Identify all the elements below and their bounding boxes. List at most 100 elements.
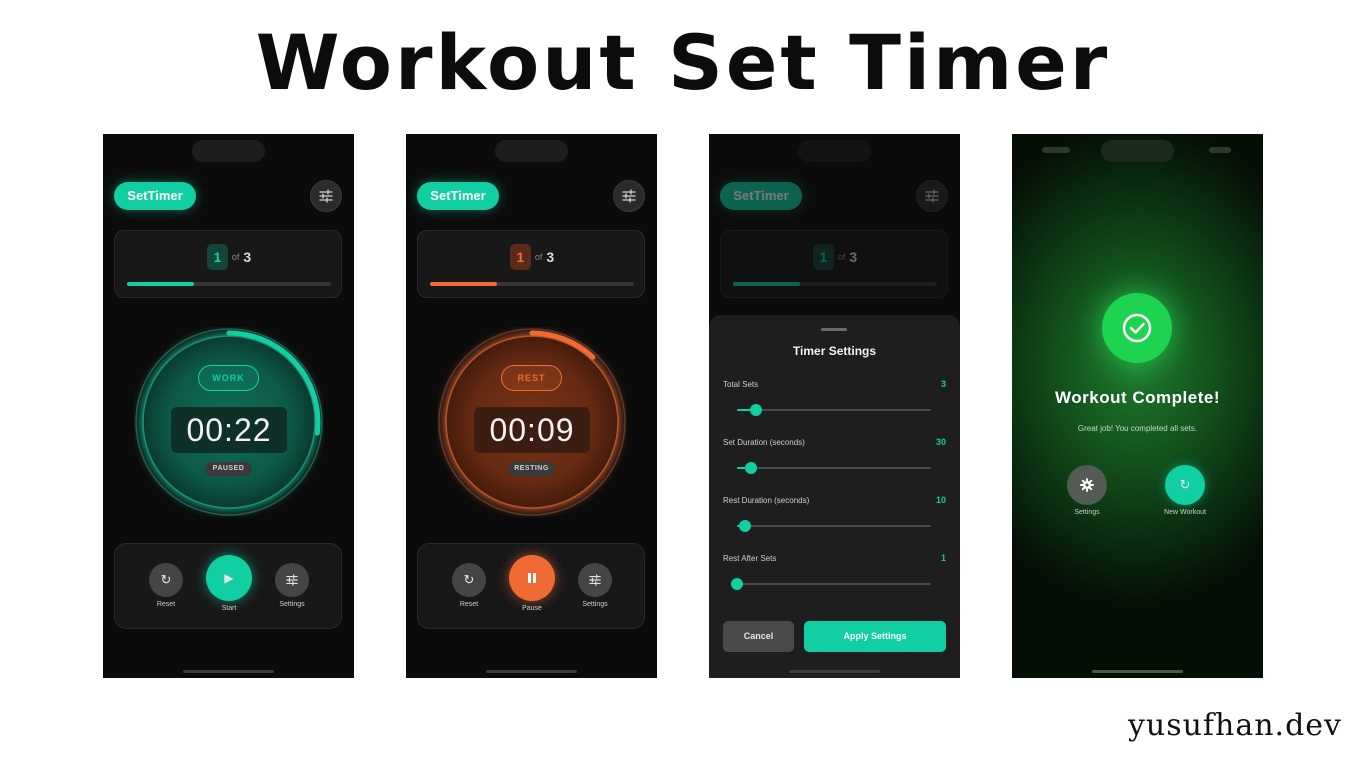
phase-badge: WORK [198,365,259,391]
dynamic-island [495,140,568,162]
total-sets: 3 [546,249,555,265]
play-icon: ▶ [224,571,234,585]
current-set: 1 [206,244,228,270]
of-label: of [837,252,846,262]
phone-rest-screen: SetTimer 1 of 3 REST 00:09 RESTING ↻ Res… [406,134,657,678]
refresh-icon: ↻ [463,572,475,587]
set-progress-bar [127,282,331,286]
reset-button[interactable]: ↻ [452,563,486,597]
header-settings-button [916,180,948,212]
sliders-icon [319,189,333,203]
complete-title: Workout Complete! [1055,388,1220,407]
page-headline: Workout Set Timer [255,18,1111,107]
controls-card: ↻ Reset Pause Settings [417,543,645,629]
total-sets: 3 [243,249,252,265]
reset-control[interactable]: ↻ Reset [451,563,487,608]
pause-button[interactable] [509,555,555,601]
status-bar-time [1042,147,1070,153]
of-label: of [231,252,240,262]
set-duration-label: Set Duration (seconds) [723,438,805,447]
settings-button[interactable] [275,563,309,597]
set-counter-card: 1 of 3 [417,230,645,298]
sheet-grabber[interactable] [821,328,847,331]
home-indicator [183,670,274,673]
set-duration-slider[interactable] [737,462,931,474]
dynamic-island [1101,140,1174,162]
set-progress-bar [430,282,634,286]
sliders-icon [286,574,298,586]
set-progress-fill [430,282,498,286]
dynamic-island [192,140,265,162]
timer-ring: WORK 00:22 PAUSED [134,327,324,517]
settings-sheet: Timer Settings Total Sets 3 Set Duration… [709,315,960,678]
reset-label: Reset [156,601,176,608]
rest-duration-value: 10 [935,495,946,505]
new-workout-label: New Workout [1164,509,1206,516]
set-progress-fill [733,282,801,286]
status-badge: PAUSED [205,462,252,476]
complete-settings-control[interactable]: Settings [1057,465,1117,516]
author-credit: yusufhan.dev [1127,708,1342,743]
refresh-icon: ↻ [1179,477,1191,492]
reset-label: Reset [459,601,479,608]
cancel-button[interactable]: Cancel [723,621,794,652]
settings-control[interactable]: Settings [577,563,613,608]
rest-after-sets-label: Rest After Sets [723,554,777,563]
time-display: 00:22 [171,407,287,453]
start-label: Start [221,605,237,612]
dynamic-island [798,140,871,162]
header-settings-button[interactable] [613,180,645,212]
phase-badge: REST [501,365,562,391]
gear-icon [1080,478,1094,492]
set-progress-fill [127,282,195,286]
rest-duration-slider[interactable] [737,520,931,532]
phone-complete-screen: Workout Complete! Great job! You complet… [1012,134,1263,678]
pause-label: Pause [522,605,542,612]
rest-after-sets-slider[interactable] [731,578,931,590]
settings-button[interactable] [1067,465,1107,505]
start-control[interactable]: ▶ Start [205,555,253,612]
phone-settings-screen: SetTimer 1 of 3 Timer Settings Total Sets … [709,134,960,678]
reset-control[interactable]: ↻ Reset [148,563,184,608]
reset-button[interactable]: ↻ [149,563,183,597]
pause-control[interactable]: Pause [508,555,556,612]
slider-thumb[interactable] [738,520,751,532]
new-workout-control[interactable]: ↻ New Workout [1155,465,1215,516]
total-sets-label: Total Sets [723,380,759,389]
settings-button[interactable] [578,563,612,597]
new-workout-button[interactable]: ↻ [1165,465,1205,505]
refresh-icon: ↻ [160,572,172,587]
apply-settings-button[interactable]: Apply Settings [804,621,946,652]
sliders-icon [589,574,601,586]
brand-pill: SetTimer [114,182,196,210]
settings-label: Settings [1074,509,1100,516]
current-set: 1 [509,244,531,270]
settings-label: Settings [582,601,608,608]
status-bar-icons [1209,147,1231,153]
status-badge: RESTING [508,462,555,476]
time-display: 00:09 [474,407,590,453]
current-set: 1 [812,244,834,270]
controls-card: ↻ Reset ▶ Start Settings [114,543,342,629]
slider-thumb[interactable] [731,578,743,590]
set-duration-value: 30 [935,437,946,447]
set-progress-bar [733,282,937,286]
sheet-title: Timer Settings [792,344,877,358]
start-button[interactable]: ▶ [206,555,252,601]
total-sets: 3 [849,249,858,265]
set-counter-card: 1 of 3 [114,230,342,298]
header-settings-button[interactable] [310,180,342,212]
rest-duration-label: Rest Duration (seconds) [723,496,810,505]
slider-thumb[interactable] [750,404,763,416]
slider-thumb[interactable] [744,462,757,474]
settings-label: Settings [279,601,305,608]
settings-control[interactable]: Settings [274,563,310,608]
home-indicator [789,670,880,673]
set-counter-card: 1 of 3 [720,230,948,298]
of-label: of [534,252,543,262]
total-sets-slider[interactable] [737,404,931,416]
sliders-icon [925,189,939,203]
phone-work-screen: SetTimer 1 of 3 WORK 00:22 PAUSED ↻ Rese… [103,134,354,678]
brand-pill: SetTimer [417,182,499,210]
home-indicator [486,670,577,673]
